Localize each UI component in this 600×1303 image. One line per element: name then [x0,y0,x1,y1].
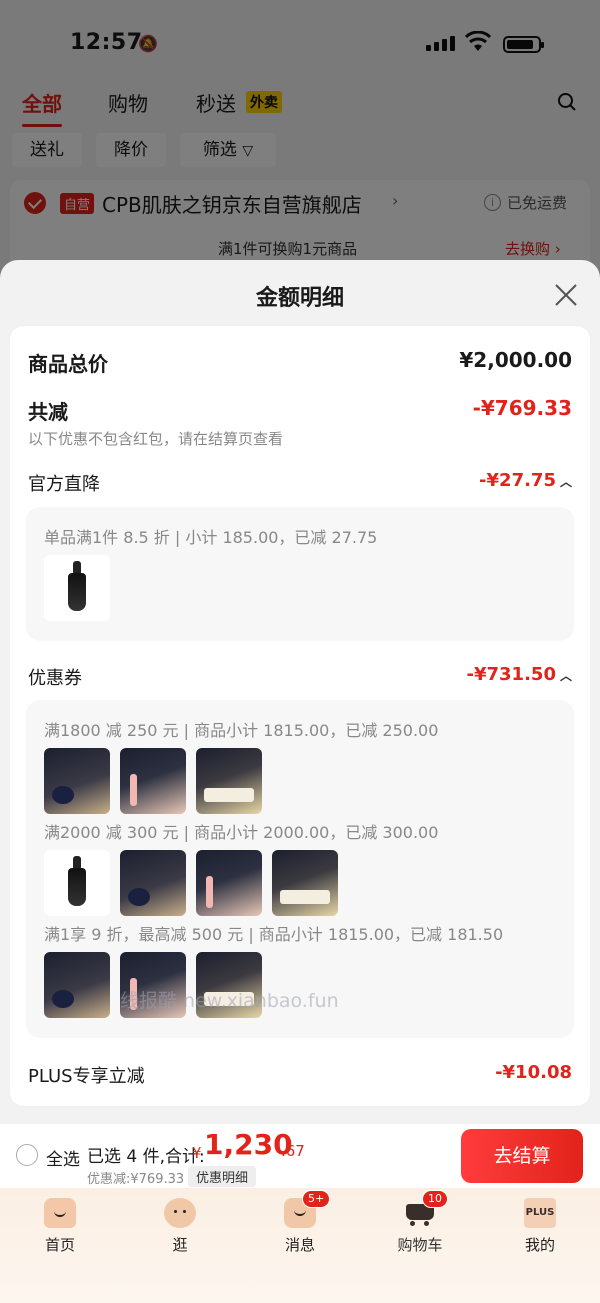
reduce-note: 以下优惠不包含红包，请在结算页查看 [28,430,284,448]
reduce-label: 共减 [28,400,68,424]
product-thumb-serum[interactable] [44,555,110,621]
checkout-button[interactable]: 去结算 [461,1129,583,1183]
coupon-thumbs-2 [44,850,338,916]
tabbar-messages-label: 消息 [284,1236,315,1254]
sheet-title: 金额明细 [255,286,344,311]
official-product-thumbs [44,555,110,621]
reduce-value: -¥769.33 [472,396,572,420]
coupon-thumbs-1 [44,748,262,814]
cart-icon: 10 [404,1190,448,1228]
select-all-label[interactable]: 全选 [46,1145,80,1170]
coupon-line-3: 满1享 9 折，最高减 500 元 | 商品小计 1815.00，已减 181.… [44,925,504,944]
plus-member-icon: PLUS [524,1198,556,1228]
message-icon: 5+ [284,1190,331,1228]
close-icon[interactable] [553,282,579,308]
product-thumb-serum[interactable] [44,850,110,916]
product-thumb-cream-set[interactable] [272,850,338,916]
tabbar-me-label: 我的 [524,1236,555,1254]
official-detail-line: 单品满1件 8.5 折 | 小计 185.00，已减 27.75 [44,528,378,547]
discount-summary: 优惠减:¥769.33 [87,1172,185,1187]
product-thumb-cushion[interactable] [120,850,186,916]
official-value: -¥27.75 [479,470,556,491]
checkout-bar: 全选 已选 4 件,合计: ¥ 1,230 .67 优惠减:¥769.33 优惠… [0,1124,600,1188]
tabbar-browse[interactable]: 逛 [140,1198,220,1255]
tabbar-me[interactable]: PLUS 我的 [500,1198,580,1255]
messages-badge: 5+ [302,1190,331,1208]
official-detail-box: 单品满1件 8.5 折 | 小计 185.00，已减 27.75 [26,507,574,641]
chevron-up-icon: ︿ [559,669,572,683]
product-thumb-pink-set[interactable] [196,850,262,916]
discount-detail-button[interactable]: 优惠明细 [188,1166,257,1187]
official-toggle[interactable]: -¥27.75 ︿ [479,470,572,491]
total-amount: 1,230 [204,1128,293,1161]
tabbar-cart-label: 购物车 [397,1236,443,1254]
product-thumb-cushion[interactable] [44,748,110,814]
tabbar-home-label: 首页 [44,1236,75,1254]
watermark: 线报酷 new.xianbao.fun [120,990,339,1012]
official-label: 官方直降 [28,474,100,495]
cart-badge: 10 [422,1190,448,1208]
tabbar-home[interactable]: 首页 [20,1198,100,1255]
coupon-line-2: 满2000 减 300 元 | 商品小计 2000.00，已减 300.00 [44,823,439,842]
total-value: ¥2,000.00 [459,348,572,372]
chevron-up-icon: ︿ [559,475,572,489]
home-icon [44,1198,76,1228]
plus-value: -¥10.08 [495,1062,572,1083]
total-label: 商品总价 [28,352,108,376]
product-thumb-cushion[interactable] [44,952,110,1018]
bottom-tabbar: 首页 逛 5+ 消息 10 购物车 PLUS 我的 [0,1188,600,1303]
selected-count: 已选 4 件,合计: [87,1147,205,1167]
coupon-label: 优惠券 [28,668,82,689]
plus-label: PLUS专享立减 [28,1066,145,1087]
browse-face-icon [164,1198,196,1228]
product-thumb-cream-set[interactable] [196,748,262,814]
select-all-radio[interactable] [16,1144,38,1166]
tabbar-messages[interactable]: 5+ 消息 [260,1190,340,1255]
total-currency: ¥ [192,1144,202,1162]
coupon-toggle[interactable]: -¥731.50 ︿ [467,664,572,685]
product-thumb-pink-set[interactable] [120,748,186,814]
total-decimal: .67 [281,1142,305,1160]
coupon-line-1: 满1800 减 250 元 | 商品小计 1815.00，已减 250.00 [44,721,439,740]
tabbar-browse-label: 逛 [172,1236,188,1254]
coupon-value: -¥731.50 [466,664,556,685]
tabbar-cart[interactable]: 10 购物车 [380,1190,460,1255]
